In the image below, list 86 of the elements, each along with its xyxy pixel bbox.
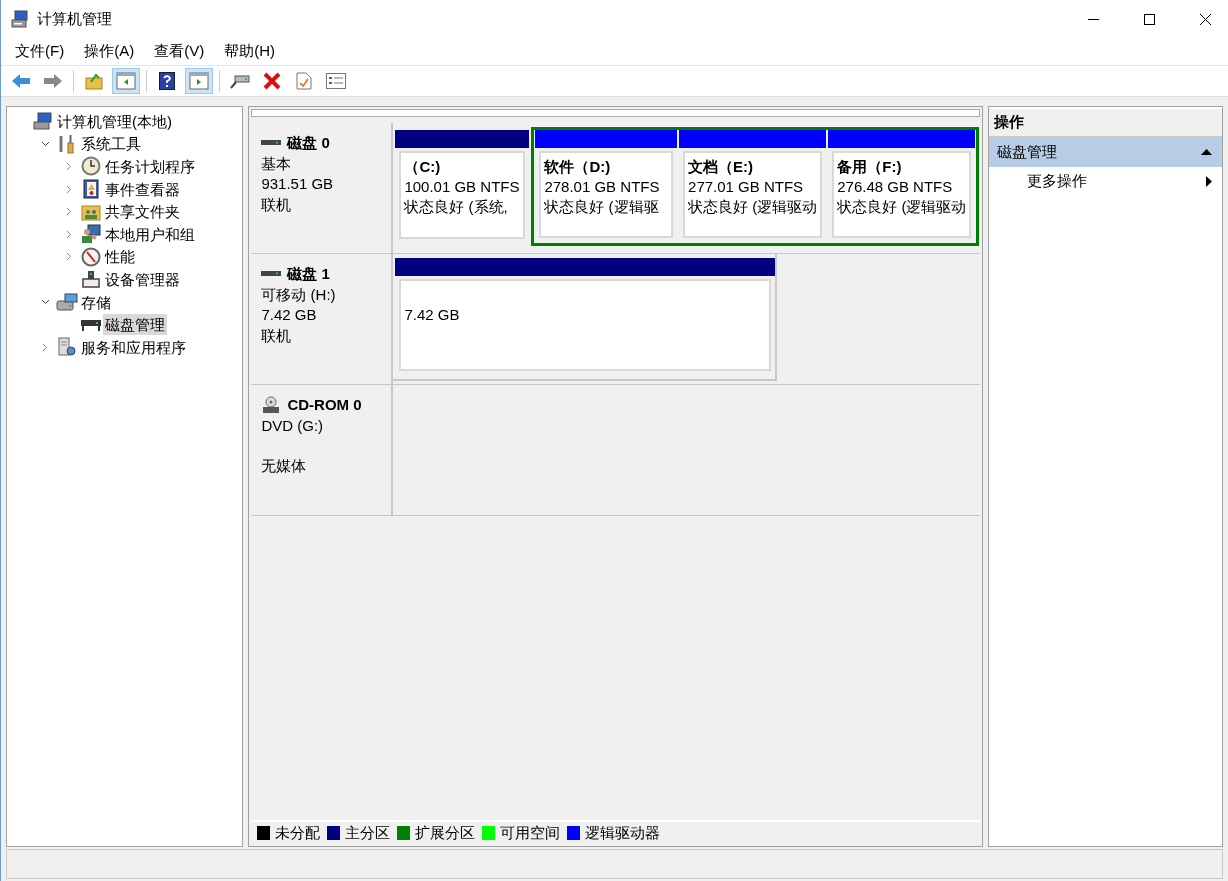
partition-title: 文档（E:) [688, 157, 755, 177]
menu-item[interactable]: 查看(V) [146, 40, 213, 63]
legend-label: 逻辑驱动器 [585, 822, 661, 843]
tree-item[interactable]: 本地用户和组 [103, 223, 197, 245]
tree-item[interactable]: 共享文件夹 [103, 201, 182, 223]
disk-info-text: 7.42 GB [261, 305, 318, 325]
actions-header: 操作 [988, 109, 1222, 137]
action-link[interactable]: 更多操作 [1026, 169, 1206, 193]
disk-info-text: 基本 [261, 153, 293, 174]
partition-size: 278.01 GB NTFS [544, 177, 661, 197]
list-icon[interactable] [326, 73, 346, 89]
delete-icon[interactable] [263, 72, 281, 90]
tree-item[interactable]: 系统工具 [79, 133, 143, 155]
storage-icon [56, 292, 78, 313]
tree-item[interactable]: 存储 [79, 291, 113, 313]
partition-status: 状态良好 (逻辑驱 [544, 197, 660, 217]
legend-label: 扩展分区 [415, 822, 476, 843]
partition-size: 276.48 GB NTFS [837, 177, 954, 197]
chevron-right-icon[interactable] [66, 207, 72, 217]
partition-title: （C:) [404, 157, 442, 177]
computer-management-icon [33, 112, 53, 131]
tree-item[interactable]: 服务和应用程序 [79, 336, 188, 358]
properties-icon[interactable] [296, 72, 312, 90]
disk-name: 磁盘 1 [287, 264, 330, 284]
disk-status: 联机 [261, 194, 293, 215]
close-icon [1199, 13, 1211, 25]
chevron-right-icon[interactable] [66, 252, 72, 262]
console-tree-icon[interactable] [116, 72, 136, 90]
tree-item[interactable]: 事件查看器 [103, 178, 182, 200]
chevron-right-icon[interactable] [42, 342, 48, 352]
disk-status: 无媒体 [261, 456, 308, 476]
event-log-icon [82, 179, 100, 200]
clock-icon [81, 156, 101, 177]
disk-name: 磁盘 0 [287, 133, 330, 153]
chevron-right-icon[interactable] [66, 184, 72, 194]
chevron-right-icon[interactable] [66, 229, 72, 239]
partition-title: 软件（D:) [544, 157, 612, 177]
action-pane-icon[interactable] [189, 72, 209, 90]
menu-item[interactable]: 文件(F) [7, 40, 73, 63]
chevron-down-icon[interactable] [40, 140, 50, 147]
actions-section[interactable]: 磁盘管理 [988, 137, 1222, 167]
forward-arrow-icon[interactable] [43, 73, 63, 89]
chevron-right-icon[interactable] [66, 162, 72, 171]
users-icon [81, 224, 101, 245]
chevron-down-icon[interactable] [40, 299, 50, 306]
disk-drive-icon [261, 139, 282, 148]
legend-label: 未分配 [275, 822, 321, 843]
partition-status: 状态良好 (系统, [404, 197, 509, 217]
maximize-icon [1143, 13, 1155, 25]
partition-size: 100.01 GB NTFS [404, 177, 521, 197]
tree-item[interactable]: 计算机管理(本地) [55, 110, 174, 132]
minimize-icon [1087, 18, 1099, 20]
drive-search-icon[interactable] [230, 72, 250, 90]
disk-drive-icon [261, 270, 282, 279]
disk-name: CD-ROM 0 [287, 395, 362, 415]
cd-drive-icon [261, 396, 282, 415]
menu-item[interactable]: 操作(A) [76, 40, 143, 63]
disk-info-text: DVD (G:) [261, 415, 325, 436]
partition-title: 备用（F:) [837, 157, 903, 177]
disk-info-text: 可移动 (H:) [261, 284, 337, 305]
menu-item[interactable]: 帮助(H) [216, 40, 283, 63]
gauge-icon [81, 246, 101, 267]
partition-status: 状态良好 (逻辑驱动 [837, 197, 967, 217]
window-title: 计算机管理 [37, 8, 112, 29]
collapse-triangle-icon[interactable] [1201, 149, 1212, 155]
disk-status: 联机 [261, 325, 293, 346]
section-title: 磁盘管理 [996, 141, 1058, 162]
legend-label: 可用空间 [500, 822, 561, 843]
services-icon [57, 337, 77, 358]
tree-item[interactable]: 任务计划程序 [103, 156, 197, 177]
computer-management-icon [11, 10, 29, 28]
partition-size: 7.42 GB [404, 305, 461, 325]
disk-info-text: 931.51 GB [261, 174, 335, 194]
tools-icon [57, 133, 77, 154]
tree-item[interactable]: 性能 [103, 246, 137, 268]
tree-item[interactable]: 磁盘管理 [103, 314, 167, 336]
legend-label: 主分区 [345, 822, 391, 843]
partition-status: 状态良好 (逻辑驱动 [688, 197, 818, 217]
device-icon [81, 269, 101, 290]
submenu-arrow-icon [1206, 175, 1212, 187]
tree-item[interactable]: 设备管理器 [103, 268, 182, 290]
back-arrow-icon[interactable] [11, 73, 31, 89]
shared-folder-icon [81, 202, 101, 221]
folder-up-icon[interactable] [85, 72, 103, 90]
help-icon[interactable] [159, 72, 175, 90]
partition-size: 277.01 GB NTFS [688, 177, 805, 197]
